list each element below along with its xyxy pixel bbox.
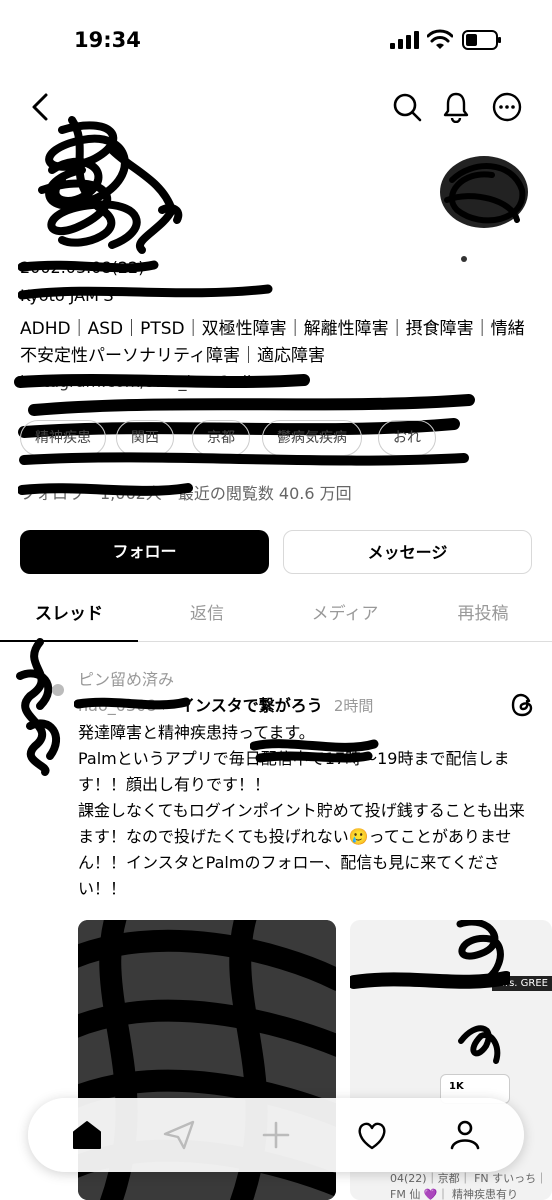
search-icon[interactable] xyxy=(392,92,422,122)
redaction-scribble-followers xyxy=(18,483,193,496)
post-age: 2時間 xyxy=(333,697,374,715)
redaction-scribble-name xyxy=(38,116,183,254)
tab-replies[interactable]: 返信 xyxy=(138,590,276,642)
redaction-scribble-tags xyxy=(19,452,469,466)
profile-icon[interactable] xyxy=(446,1116,484,1154)
message-button[interactable]: メッセージ xyxy=(283,530,532,574)
redaction-scribble-username xyxy=(74,697,191,710)
redaction-scribble-post xyxy=(250,739,379,763)
bottom-navigation xyxy=(28,1098,524,1172)
profile-bio: ADHD｜ASD｜PTSD｜双極性障害｜解離性障害｜摂食障害｜情緒不安定性パーソ… xyxy=(20,319,525,366)
status-time: 19:34 xyxy=(74,28,141,52)
profile-tabs: スレッド 返信 メディア 再投稿 xyxy=(0,590,552,642)
tab-reposts[interactable]: 再投稿 xyxy=(414,590,552,642)
battery-icon xyxy=(462,30,501,50)
send-icon[interactable] xyxy=(160,1116,198,1154)
redaction-scribble-meta xyxy=(18,260,273,300)
redaction-scribble-media2b xyxy=(350,971,510,989)
bell-icon[interactable] xyxy=(442,91,470,123)
threads-logo-icon xyxy=(511,693,533,717)
home-icon[interactable] xyxy=(68,1116,106,1154)
wifi-icon xyxy=(427,29,453,49)
more-horizontal-icon[interactable] xyxy=(492,92,522,122)
avatar[interactable] xyxy=(432,150,536,234)
post-topic[interactable]: インスタで繋がろう xyxy=(179,696,323,715)
tab-threads[interactable]: スレッド xyxy=(0,590,138,642)
cellular-signal-icon xyxy=(390,31,419,49)
plus-icon[interactable] xyxy=(257,1116,295,1154)
pinned-label: ピン留め済み xyxy=(78,670,175,689)
status-bar: 19:34 xyxy=(0,0,552,80)
media-caption: 04(22)｜京都｜ FN すいっち｜FM 仙 💜｜ 精神疾患有り xyxy=(390,1172,548,1200)
redaction-scribble-media2c xyxy=(458,1025,501,1064)
post-line: 課金しなくてもログインポイント貯めて投げ銭することも出来ます！なので投げたくても… xyxy=(78,801,525,898)
reaction-badge: 1K xyxy=(449,1081,464,1092)
post-avatar[interactable] xyxy=(10,636,72,776)
tab-media[interactable]: メディア xyxy=(276,590,414,642)
follow-button[interactable]: フォロー xyxy=(20,530,269,574)
decorative-dot xyxy=(461,256,467,262)
heart-icon[interactable] xyxy=(353,1116,391,1154)
